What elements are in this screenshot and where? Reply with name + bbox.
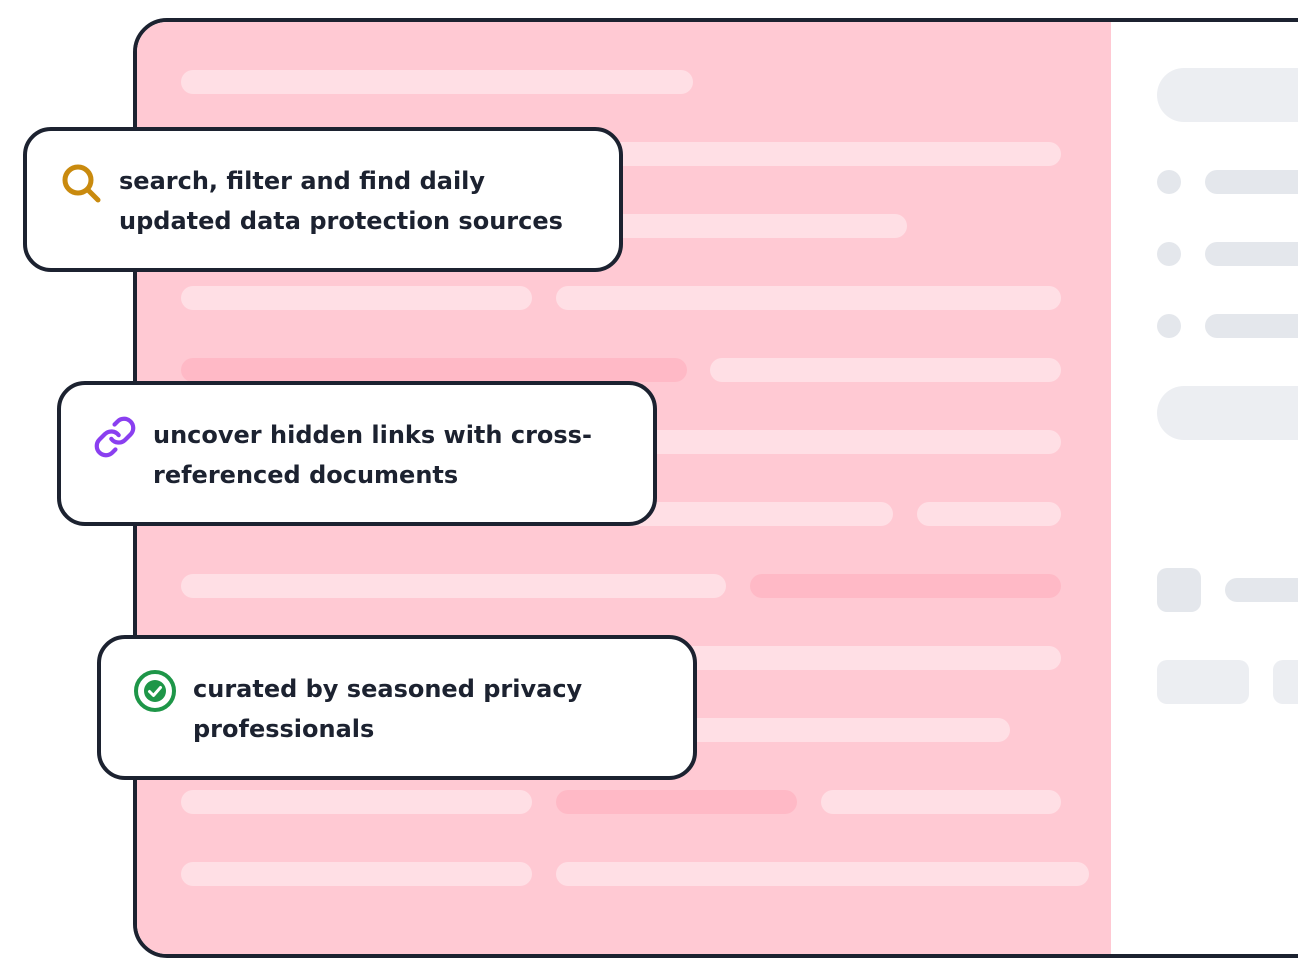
text-line-placeholder	[917, 502, 1061, 526]
list-bullet	[1157, 242, 1181, 266]
sidebar-title-placeholder	[1157, 68, 1298, 122]
text-line-placeholder	[556, 286, 1061, 310]
text-line-placeholder	[556, 862, 1089, 886]
text-line-placeholder	[181, 70, 693, 94]
link-icon	[93, 415, 137, 459]
meta-line-placeholder	[1225, 578, 1298, 602]
search-icon	[59, 161, 103, 205]
text-line-placeholder	[181, 286, 532, 310]
tag-placeholder	[1157, 660, 1249, 704]
feature-text: search, filter and find daily updated da…	[119, 167, 563, 235]
list-bullet	[1157, 314, 1181, 338]
feature-card-search: search, filter and find daily updated da…	[23, 127, 623, 272]
feature-card-curated: curated by seasoned privacy professional…	[97, 635, 697, 780]
sidebar-block-placeholder	[1157, 386, 1298, 440]
highlighted-text-placeholder	[181, 358, 687, 382]
highlighted-text-placeholder	[556, 790, 797, 814]
feature-card-links: uncover hidden links with cross-referenc…	[57, 381, 657, 526]
feature-text: uncover hidden links with cross-referenc…	[153, 421, 592, 489]
list-item-placeholder	[1205, 170, 1298, 194]
text-line-placeholder	[710, 358, 1061, 382]
text-line-placeholder	[181, 574, 726, 598]
avatar-placeholder	[1157, 568, 1201, 612]
check-circle-icon	[133, 669, 177, 713]
list-item-placeholder	[1205, 314, 1298, 338]
tag-placeholder	[1273, 660, 1298, 704]
text-line-placeholder	[181, 862, 532, 886]
text-line-placeholder	[181, 790, 532, 814]
list-item-placeholder	[1205, 242, 1298, 266]
sidebar-pane	[1111, 22, 1298, 954]
feature-text: curated by seasoned privacy professional…	[193, 675, 583, 743]
list-bullet	[1157, 170, 1181, 194]
highlighted-text-placeholder	[750, 574, 1061, 598]
text-line-placeholder	[821, 790, 1061, 814]
